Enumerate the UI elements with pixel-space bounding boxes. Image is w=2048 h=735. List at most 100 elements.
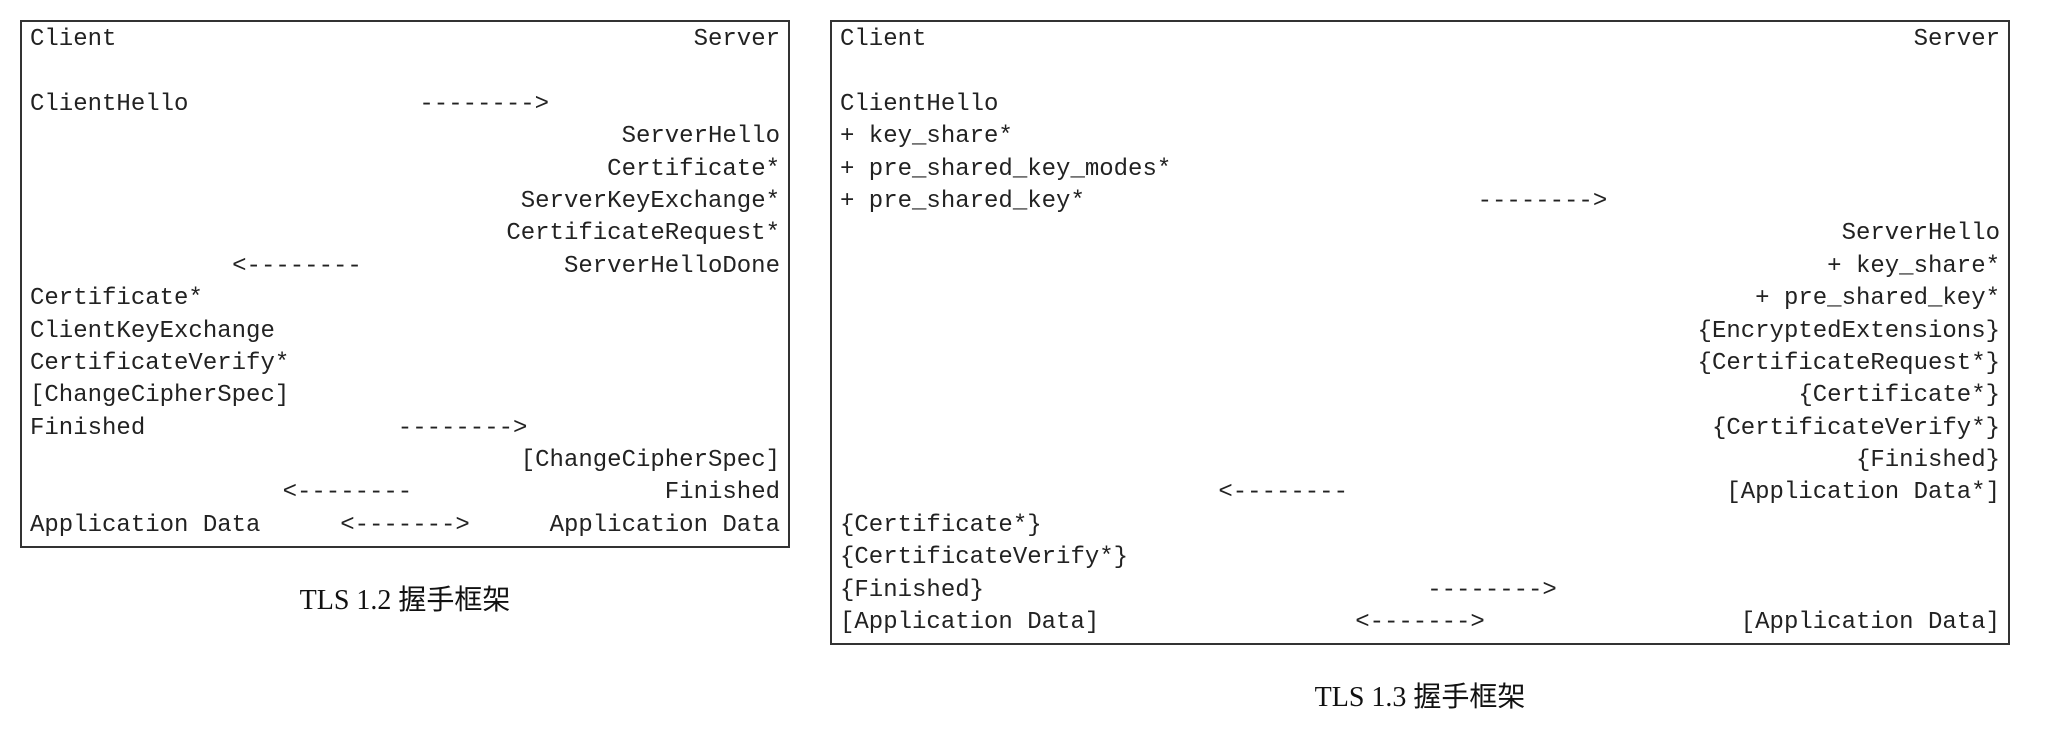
spacer xyxy=(275,316,780,348)
spacer xyxy=(840,445,1856,477)
tls13-header: Client Server xyxy=(840,24,2000,56)
tls13-row: [Application Data]<------->[Application … xyxy=(840,607,2000,639)
server-msg: + pre_shared_key* xyxy=(1755,283,2000,315)
arrow-both-icon: <-------> xyxy=(260,510,549,542)
arrow-right-icon: --------> xyxy=(1085,186,2000,218)
server-msg: {CertificateRequest*} xyxy=(1698,348,2000,380)
server-msg: CertificateRequest* xyxy=(506,218,780,250)
tls13-row: ClientHello xyxy=(840,89,2000,121)
tls13-caption: TLS 1.3 握手框架 xyxy=(1315,675,1526,715)
spacer xyxy=(1171,154,2000,186)
arrow-right-icon: --------> xyxy=(188,89,780,121)
spacer xyxy=(203,283,780,315)
tls12-row: [ChangeCipherSpec] xyxy=(30,445,780,477)
tls12-row: ClientHello--------> xyxy=(30,89,780,121)
tls12-row: <--------Finished xyxy=(30,477,780,509)
spacer xyxy=(840,413,1712,445)
spacer xyxy=(1042,510,2000,542)
client-msg: + pre_shared_key* xyxy=(840,186,1085,218)
spacer xyxy=(840,348,1698,380)
server-msg: [ChangeCipherSpec] xyxy=(521,445,780,477)
client-msg: {Finished} xyxy=(840,575,984,607)
client-msg: Application Data xyxy=(30,510,260,542)
client-msg: [ChangeCipherSpec] xyxy=(30,380,289,412)
diagram-container: Client Server ClientHello-------->Server… xyxy=(20,20,2028,715)
server-msg: {Certificate*} xyxy=(1798,380,2000,412)
client-msg: [Application Data] xyxy=(840,607,1099,639)
client-msg: ClientHello xyxy=(840,89,998,121)
server-msg: {EncryptedExtensions} xyxy=(1698,316,2000,348)
spacer xyxy=(1128,542,2000,574)
tls12-row: ServerKeyExchange* xyxy=(30,186,780,218)
header-spacer xyxy=(116,24,693,56)
spacer xyxy=(289,380,780,412)
tls13-row: {CertificateVerify*} xyxy=(840,542,2000,574)
tls12-row: ClientKeyExchange xyxy=(30,316,780,348)
tls12-row: Certificate* xyxy=(30,154,780,186)
spacer xyxy=(1013,121,2000,153)
header-server: Server xyxy=(1914,24,2000,56)
client-msg: Certificate* xyxy=(30,283,203,315)
tls12-row: <--------ServerHelloDone xyxy=(30,251,780,283)
tls12-caption: TLS 1.2 握手框架 xyxy=(300,578,511,618)
tls13-row: {Certificate*} xyxy=(840,510,2000,542)
server-msg: {CertificateVerify*} xyxy=(1712,413,2000,445)
spacer xyxy=(30,445,521,477)
server-msg: ServerHelloDone xyxy=(564,251,780,283)
blank-row xyxy=(30,56,780,88)
client-msg: ClientHello xyxy=(30,89,188,121)
spacer xyxy=(30,121,622,153)
arrow-right-icon: --------> xyxy=(145,413,780,445)
tls13-row: + key_share* xyxy=(840,251,2000,283)
tls12-row: ServerHello xyxy=(30,121,780,153)
arrow-left-icon: <-------- xyxy=(840,477,1726,509)
blank-row xyxy=(840,56,2000,88)
client-msg: ClientKeyExchange xyxy=(30,316,275,348)
tls12-panel: Client Server ClientHello-------->Server… xyxy=(20,20,790,548)
server-msg: ServerHello xyxy=(1842,218,2000,250)
header-client: Client xyxy=(840,24,926,56)
tls13-row: {Certificate*} xyxy=(840,380,2000,412)
server-msg: Application Data xyxy=(550,510,780,542)
server-msg: Finished xyxy=(665,477,780,509)
header-spacer xyxy=(926,24,1913,56)
spacer xyxy=(998,89,2000,121)
header-client: Client xyxy=(30,24,116,56)
tls12-wrap: Client Server ClientHello-------->Server… xyxy=(20,20,790,618)
tls13-row: {CertificateVerify*} xyxy=(840,413,2000,445)
spacer xyxy=(840,218,1842,250)
spacer xyxy=(840,316,1698,348)
client-msg: + pre_shared_key_modes* xyxy=(840,154,1171,186)
spacer xyxy=(289,348,780,380)
server-msg: [Application Data*] xyxy=(1726,477,2000,509)
arrow-left-icon: <-------- xyxy=(30,477,665,509)
tls13-body: ClientHello+ key_share*+ pre_shared_key_… xyxy=(840,89,2000,640)
spacer xyxy=(840,380,1798,412)
tls12-row: CertificateVerify* xyxy=(30,348,780,380)
tls12-row: Certificate* xyxy=(30,283,780,315)
tls13-row: + pre_shared_key*--------> xyxy=(840,186,2000,218)
arrow-left-icon: <-------- xyxy=(30,251,564,283)
server-msg: ServerHello xyxy=(622,121,780,153)
tls13-panel: Client Server ClientHello+ key_share*+ p… xyxy=(830,20,2010,645)
spacer xyxy=(30,218,506,250)
tls13-row: + pre_shared_key* xyxy=(840,283,2000,315)
client-msg: {Certificate*} xyxy=(840,510,1042,542)
spacer xyxy=(30,154,607,186)
tls13-row: {Finished} xyxy=(840,445,2000,477)
server-msg: + key_share* xyxy=(1827,251,2000,283)
server-msg: ServerKeyExchange* xyxy=(521,186,780,218)
spacer xyxy=(30,186,521,218)
tls13-row: + key_share* xyxy=(840,121,2000,153)
arrow-right-icon: --------> xyxy=(984,575,2000,607)
tls13-row: + pre_shared_key_modes* xyxy=(840,154,2000,186)
tls12-row: [ChangeCipherSpec] xyxy=(30,380,780,412)
spacer xyxy=(840,251,1827,283)
tls13-row: {CertificateRequest*} xyxy=(840,348,2000,380)
tls12-row: CertificateRequest* xyxy=(30,218,780,250)
client-msg: CertificateVerify* xyxy=(30,348,289,380)
spacer xyxy=(840,283,1755,315)
server-msg: Certificate* xyxy=(607,154,780,186)
client-msg: {CertificateVerify*} xyxy=(840,542,1128,574)
tls12-header: Client Server xyxy=(30,24,780,56)
